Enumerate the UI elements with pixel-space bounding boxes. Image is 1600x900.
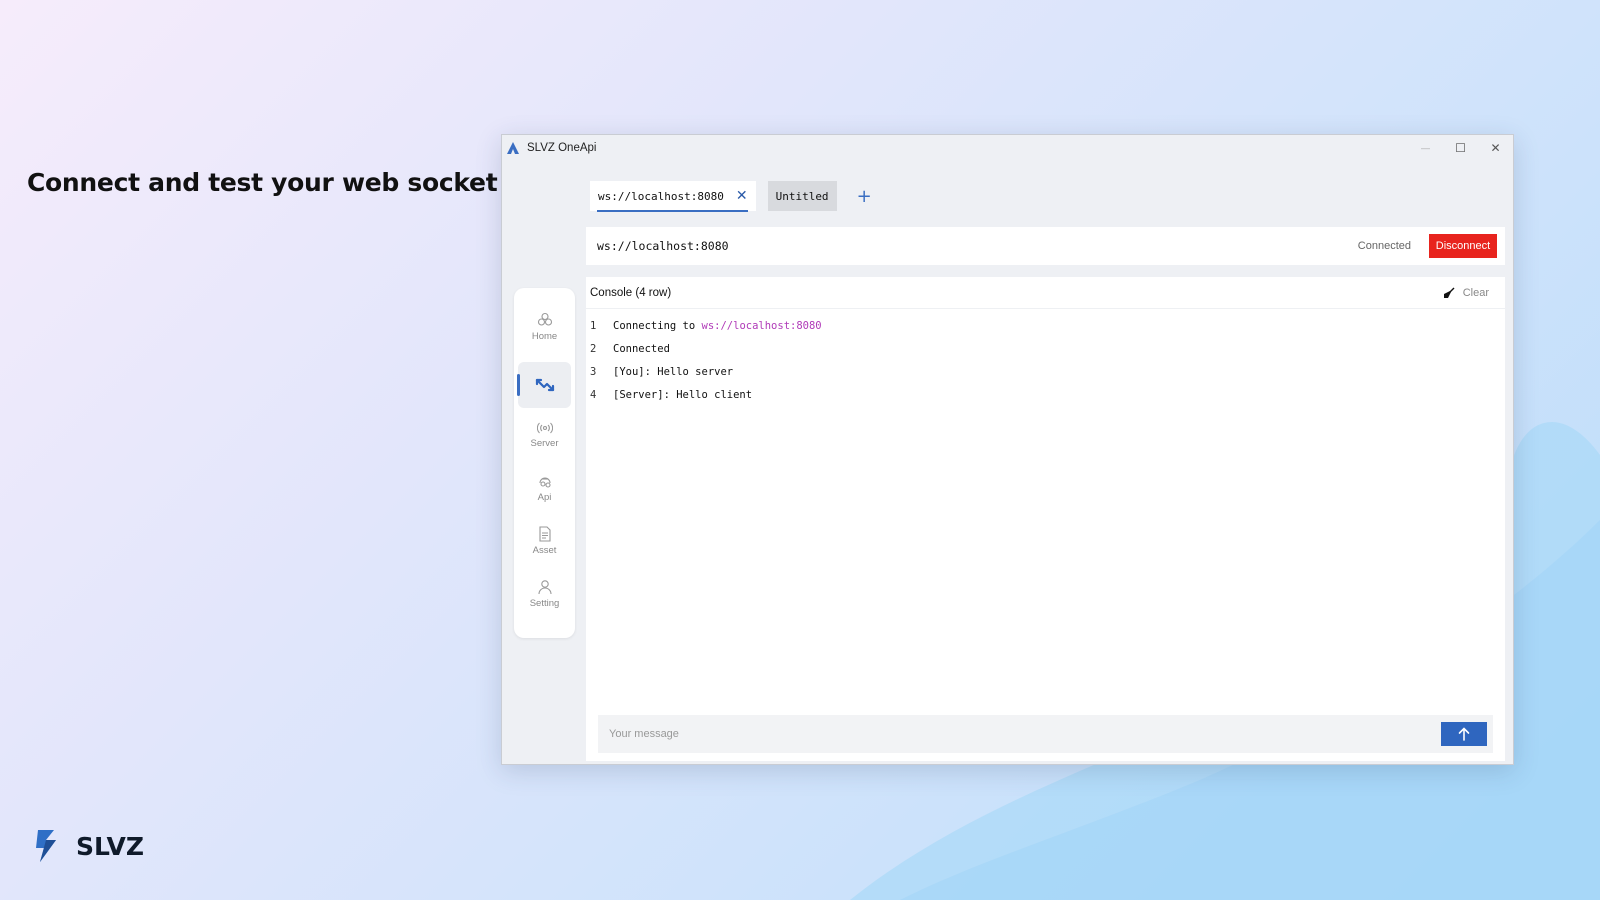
- websocket-icon: [535, 378, 554, 392]
- sidebar-item-home[interactable]: Home: [518, 304, 571, 350]
- console-line: 3 [You]: Hello server: [590, 360, 822, 383]
- message-bar: [598, 715, 1493, 753]
- title-bar[interactable]: SLVZ OneApi — ☐ ✕: [502, 135, 1513, 161]
- console-header: Console (4 row) Clear: [586, 277, 1505, 309]
- line-number: 4: [590, 388, 597, 401]
- tab-ws-localhost[interactable]: ws://localhost:8080 ✕: [590, 181, 756, 212]
- tab-untitled[interactable]: Untitled: [767, 181, 837, 211]
- message-input[interactable]: [609, 728, 1441, 740]
- minimize-icon: —: [1421, 143, 1430, 153]
- tab-bar: ws://localhost:8080 ✕ Untitled +: [590, 181, 872, 212]
- active-indicator: [517, 374, 520, 396]
- line-text: [You]: Hello server: [613, 365, 734, 378]
- sidebar-item-websocket[interactable]: [517, 362, 571, 408]
- send-button[interactable]: [1441, 722, 1487, 746]
- sidebar-item-setting[interactable]: Setting: [518, 571, 571, 617]
- connection-bar: ws://localhost:8080 Connected Disconnect: [586, 227, 1505, 265]
- close-window-button[interactable]: ✕: [1478, 135, 1513, 161]
- line-text: Connected: [613, 342, 670, 355]
- slvz-logo-icon: [36, 830, 56, 862]
- maximize-icon: ☐: [1455, 141, 1466, 155]
- line-number: 2: [590, 342, 597, 355]
- broom-icon: [1443, 287, 1455, 298]
- sidebar-item-server[interactable]: Server: [518, 412, 571, 458]
- line-text: Connecting to: [613, 319, 702, 332]
- connection-status: Connected: [1357, 240, 1411, 252]
- sidebar-item-label: Asset: [532, 545, 557, 556]
- app-window: SLVZ OneApi — ☐ ✕ ws://localhost:8080 ✕ …: [501, 134, 1514, 765]
- server-icon: [536, 422, 553, 434]
- sidebar: Home Server Api Asset Setting: [514, 288, 575, 638]
- maximize-button[interactable]: ☐: [1443, 135, 1478, 161]
- clear-label: Clear: [1462, 286, 1489, 299]
- minimize-button[interactable]: —: [1408, 135, 1443, 161]
- add-tab-button[interactable]: +: [857, 186, 872, 207]
- close-icon: ✕: [1490, 141, 1501, 155]
- sidebar-item-label: Home: [531, 331, 558, 342]
- line-text: [Server]: Hello client: [613, 388, 753, 401]
- window-title: SLVZ OneApi: [527, 142, 597, 154]
- sidebar-item-label: Setting: [529, 598, 560, 609]
- sidebar-item-label: Api: [537, 492, 552, 503]
- console-output: 1 Connecting to ws://localhost:8080 2 Co…: [590, 314, 822, 406]
- console-line: 4 [Server]: Hello client: [590, 383, 822, 406]
- console-panel: Console (4 row) Clear 1 Connecting to ws…: [586, 277, 1505, 761]
- disconnect-button[interactable]: Disconnect: [1429, 234, 1497, 258]
- tab-close-icon[interactable]: ✕: [736, 188, 748, 204]
- tab-label: ws://localhost:8080: [598, 189, 724, 203]
- clear-button[interactable]: Clear: [1443, 287, 1489, 299]
- line-link[interactable]: ws://localhost:8080: [702, 320, 822, 332]
- arrow-up-icon: [1458, 727, 1470, 741]
- line-number: 3: [590, 365, 597, 378]
- console-line: 1 Connecting to ws://localhost:8080: [590, 314, 822, 337]
- home-icon: [537, 312, 552, 326]
- api-icon: [538, 477, 551, 488]
- sidebar-item-asset[interactable]: Asset: [518, 518, 571, 564]
- setting-icon: [537, 580, 552, 595]
- asset-icon: [538, 526, 551, 542]
- brand: SLVZ: [32, 828, 144, 864]
- app-logo-icon: [507, 142, 519, 154]
- sidebar-item-api[interactable]: Api: [518, 465, 571, 511]
- console-line: 2 Connected: [590, 337, 822, 360]
- line-number: 1: [590, 319, 597, 332]
- url-field[interactable]: ws://localhost:8080: [597, 239, 1358, 253]
- brand-name: SLVZ: [76, 831, 144, 861]
- console-title: Console (4 row): [590, 286, 672, 299]
- page-headline: Connect and test your web socket: [27, 168, 498, 197]
- tab-label: Untitled: [775, 189, 829, 203]
- sidebar-item-label: Server: [530, 438, 559, 449]
